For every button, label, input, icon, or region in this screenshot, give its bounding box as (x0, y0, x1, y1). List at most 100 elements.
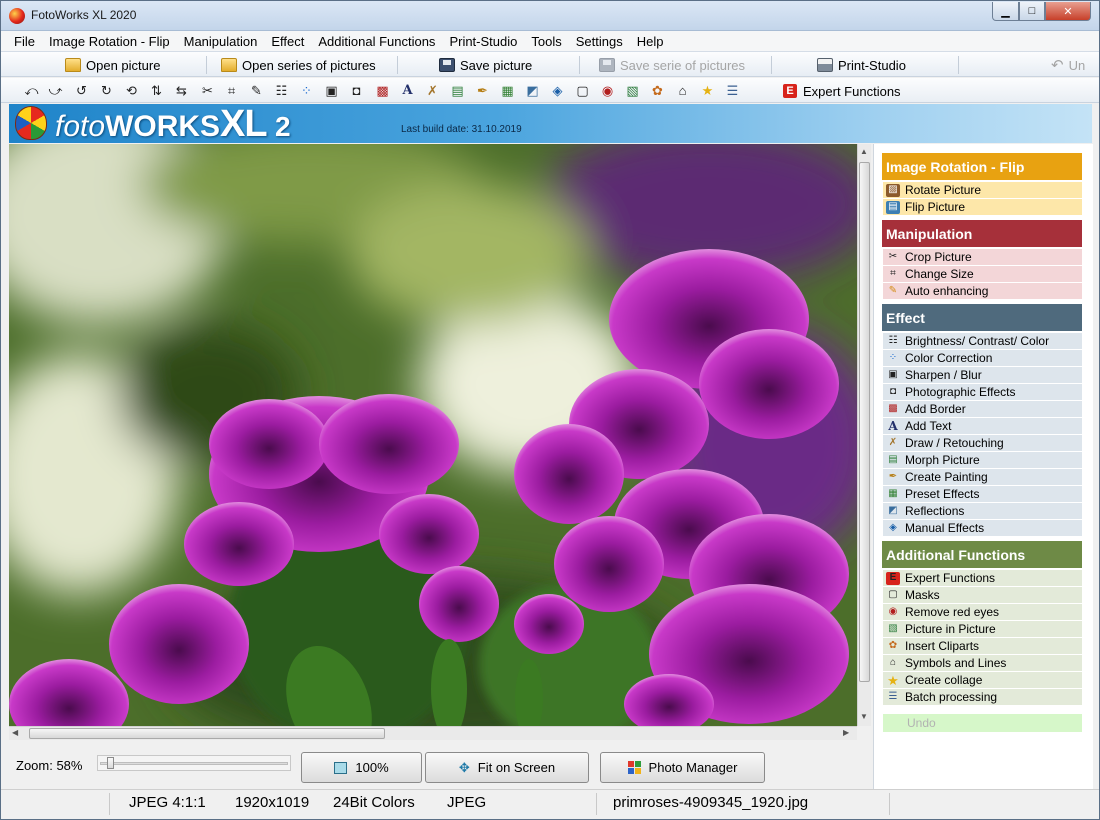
panel-item-create-painting[interactable]: ✒ Create Painting (883, 469, 1082, 486)
scroll-up-icon[interactable]: ▲ (860, 147, 868, 156)
menu-additional-functions[interactable]: Additional Functions (311, 34, 442, 49)
crop-icon: ✂ (888, 251, 898, 262)
scroll-left-icon[interactable]: ◀ (12, 728, 18, 737)
zoom-slider[interactable] (97, 755, 291, 771)
close-button[interactable]: ✕ (1045, 2, 1091, 21)
morph-tool-icon[interactable]: ▤ (449, 82, 466, 99)
panel-item-picture-in-picture[interactable]: ▧ Picture in Picture (883, 621, 1082, 638)
magic-wand-icon[interactable]: ✎ (248, 82, 265, 99)
minimize-button[interactable]: ▁ (992, 2, 1019, 21)
clipart-tool-icon[interactable]: ✿ (649, 82, 666, 99)
panel-item-create-collage[interactable]: ★ Create collage (883, 672, 1082, 689)
zoom-slider-knob[interactable] (107, 757, 115, 769)
red-eye-tool-icon[interactable]: ◉ (599, 82, 616, 99)
image-canvas[interactable] (9, 144, 857, 726)
painting-tool-icon[interactable]: ✒ (474, 82, 491, 99)
flip-horizontal-icon[interactable]: ⇆ (173, 82, 190, 99)
menu-effect[interactable]: Effect (264, 34, 311, 49)
star-tool-icon[interactable]: ★ (699, 82, 716, 99)
panel-item-crop-picture[interactable]: ✂ Crop Picture (883, 249, 1082, 266)
menu-file[interactable]: File (1, 34, 42, 49)
open-series-button[interactable]: Open series of pictures (221, 55, 376, 75)
panel-item-morph-picture[interactable]: ▤ Morph Picture (883, 452, 1082, 469)
rotate-right-icon[interactable]: ⤻ (47, 82, 64, 99)
panel-item-expert-functions[interactable]: E Expert Functions (883, 570, 1082, 587)
title-bar[interactable]: FotoWorks XL 2020 ▁ □ ✕ (1, 1, 1099, 31)
picture-in-picture-tool-icon[interactable]: ▧ (624, 82, 641, 99)
panel-item-brightness[interactable]: ☷ Brightness/ Contrast/ Color (883, 333, 1082, 350)
panel-item-rotate-picture[interactable]: ▨ Rotate Picture (883, 182, 1082, 199)
panel-item-masks[interactable]: ▢ Masks (883, 587, 1082, 604)
crop-frame-icon[interactable]: ⌗ (223, 82, 240, 99)
batch-tool-icon[interactable]: ☰ (724, 82, 741, 99)
panel-item-batch-processing[interactable]: ☰ Batch processing (883, 689, 1082, 706)
section-additional-functions-header[interactable]: Additional Functions (882, 541, 1082, 568)
vertical-scrollbar[interactable]: ▲ ▼ (857, 144, 871, 726)
panel-item-draw-retouching[interactable]: ✗ Draw / Retouching (883, 435, 1082, 452)
border-tool-icon[interactable]: ▩ (374, 82, 391, 99)
text-tool-icon[interactable]: A (399, 82, 416, 99)
panel-item-preset-effects[interactable]: ▦ Preset Effects (883, 486, 1082, 503)
panel-item-insert-cliparts[interactable]: ✿ Insert Cliparts (883, 638, 1082, 655)
menu-print-studio[interactable]: Print-Studio (442, 34, 524, 49)
fit-on-screen-button[interactable]: ✥ Fit on Screen (425, 752, 589, 783)
photo-manager-button[interactable]: Photo Manager (600, 752, 765, 783)
color-dots-icon[interactable]: ⁘ (298, 82, 315, 99)
camera-tool-icon[interactable]: ◘ (348, 82, 365, 99)
panel-item-add-text[interactable]: A Add Text (883, 418, 1082, 435)
scroll-right-icon[interactable]: ▶ (843, 728, 849, 737)
preset-tool-icon[interactable]: ▦ (499, 82, 516, 99)
section-effect-header[interactable]: Effect (882, 304, 1082, 331)
panel-item-color-correction[interactable]: ⁘ Color Correction (883, 350, 1082, 367)
panel-item-symbols-lines[interactable]: ⌂ Symbols and Lines (883, 655, 1082, 672)
section-manipulation-header[interactable]: Manipulation (882, 220, 1082, 247)
menu-settings[interactable]: Settings (569, 34, 630, 49)
rotate-ccw-icon[interactable]: ↺ (73, 82, 90, 99)
status-divider (889, 793, 890, 815)
menu-tools[interactable]: Tools (524, 34, 568, 49)
menu-image-rotation[interactable]: Image Rotation - Flip (42, 34, 177, 49)
save-disk-icon (599, 58, 615, 72)
save-serie-button[interactable]: Save serie of pictures (599, 55, 745, 75)
rotate-angle-icon[interactable]: ⟲ (123, 82, 140, 99)
panel-item-change-size[interactable]: ⌗ Change Size (883, 266, 1082, 283)
undo-toolbar-button[interactable]: ↶ Un (1051, 55, 1085, 75)
panel-item-photographic-effects[interactable]: ◘ Photographic Effects (883, 384, 1082, 401)
horizontal-scrollbar[interactable]: ◀ ▶ (9, 726, 857, 740)
maximize-button[interactable]: □ (1019, 2, 1045, 21)
flip-vertical-icon[interactable]: ⇅ (148, 82, 165, 99)
menu-manipulation[interactable]: Manipulation (177, 34, 265, 49)
vertical-scroll-thumb[interactable] (859, 162, 870, 682)
menu-bar: File Image Rotation - Flip Manipulation … (1, 31, 1099, 51)
menu-help[interactable]: Help (630, 34, 671, 49)
print-studio-button[interactable]: Print-Studio (817, 55, 906, 75)
panel-item-auto-enhancing[interactable]: ✎ Auto enhancing (883, 283, 1082, 300)
panel-undo-button[interactable]: Undo (883, 714, 1082, 732)
sharpen-tool-icon[interactable]: ▣ (323, 82, 340, 99)
scissors-icon[interactable]: ✂ (199, 82, 216, 99)
section-image-rotation-header[interactable]: Image Rotation - Flip (882, 153, 1082, 180)
expert-functions-label: Expert Functions (803, 83, 901, 99)
rotate-cw-icon[interactable]: ↻ (98, 82, 115, 99)
zoom-100-button[interactable]: 100% (301, 752, 422, 783)
reflection-tool-icon[interactable]: ◩ (524, 82, 541, 99)
symbols-tool-icon[interactable]: ⌂ (674, 82, 691, 99)
rotate-left-icon[interactable]: ⤺ (23, 82, 40, 99)
horizontal-scroll-thumb[interactable] (29, 728, 385, 739)
panel-item-add-border[interactable]: ▩ Add Border (883, 401, 1082, 418)
expert-functions-button[interactable]: E Expert Functions (783, 82, 901, 100)
status-filename: primroses-4909345_1920.jpg (613, 794, 809, 811)
panel-item-manual-effects[interactable]: ◈ Manual Effects (883, 520, 1082, 537)
open-picture-button[interactable]: Open picture (65, 55, 160, 75)
mask-tool-icon[interactable]: ▢ (574, 82, 591, 99)
panel-item-remove-red-eyes[interactable]: ◉ Remove red eyes (883, 604, 1082, 621)
panel-item-reflections[interactable]: ◩ Reflections (883, 503, 1082, 520)
panel-item-sharpen-blur[interactable]: ▣ Sharpen / Blur (883, 367, 1082, 384)
manual-effect-tool-icon[interactable]: ◈ (549, 82, 566, 99)
sliders-icon[interactable]: ☷ (273, 82, 290, 99)
scroll-down-icon[interactable]: ▼ (860, 712, 868, 721)
panel-item-flip-picture[interactable]: ▤ Flip Picture (883, 199, 1082, 216)
save-picture-button[interactable]: Save picture (439, 55, 532, 75)
masks-icon: ▢ (888, 589, 898, 600)
draw-tool-icon[interactable]: ✗ (424, 82, 441, 99)
